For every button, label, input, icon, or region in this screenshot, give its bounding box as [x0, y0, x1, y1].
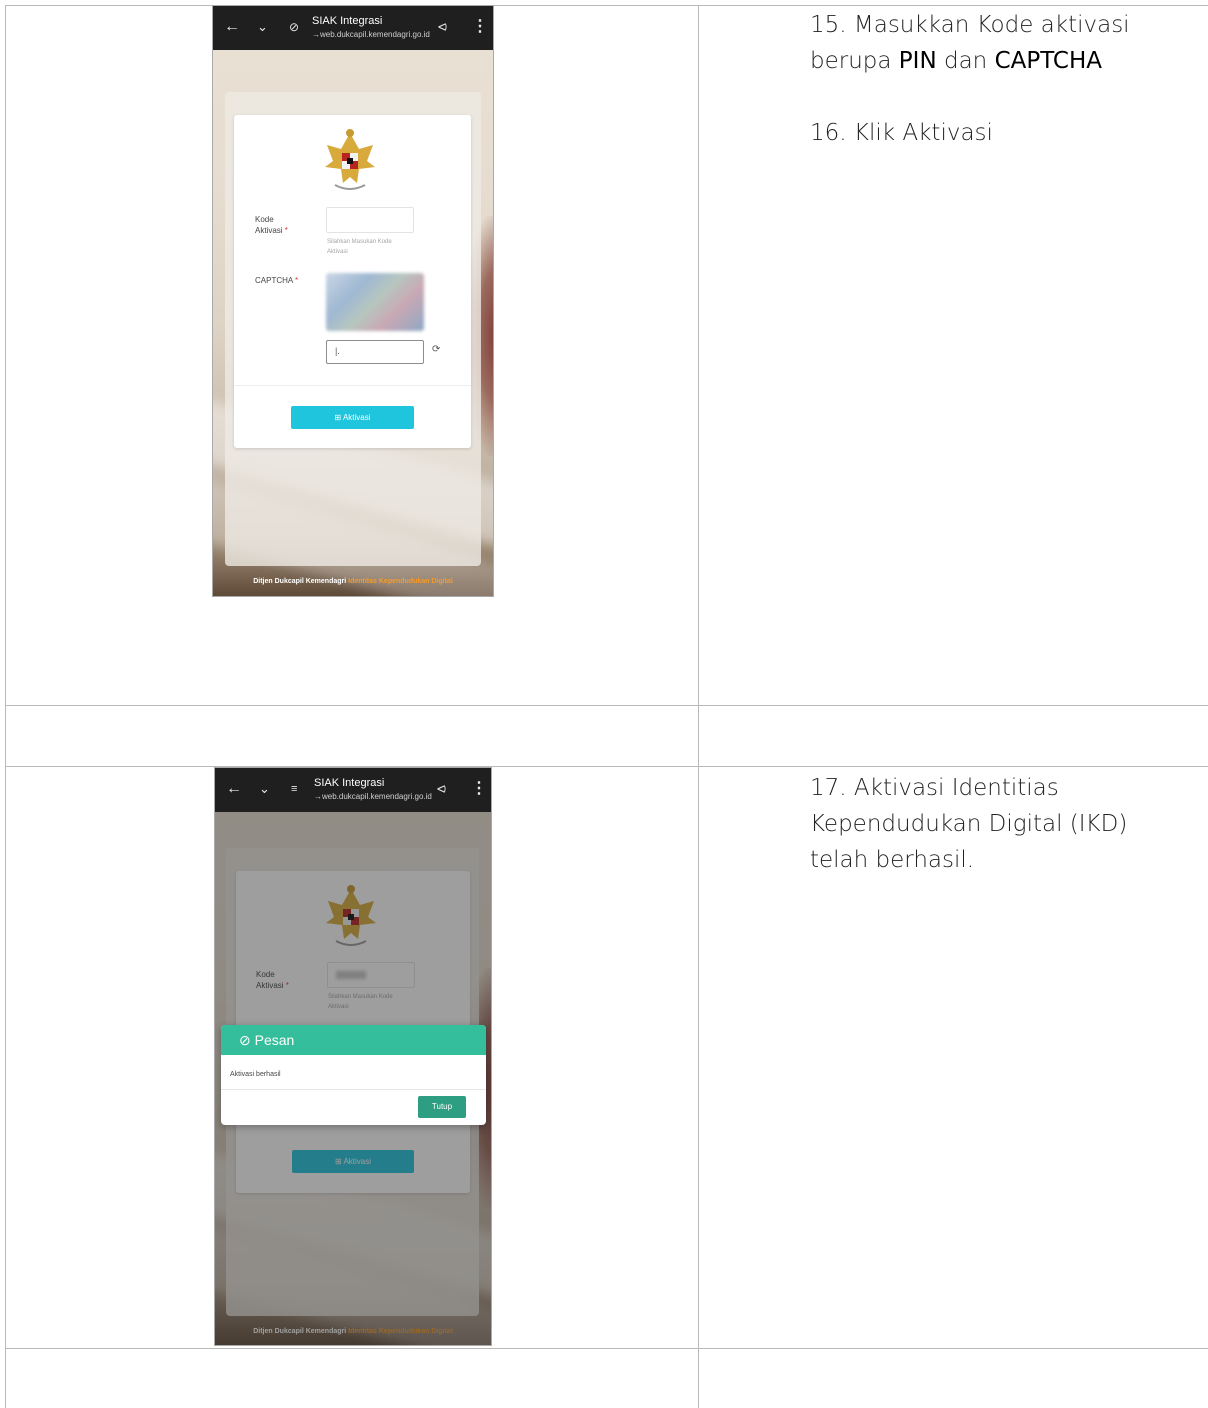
browser-page-title: SIAK Integrasi: [314, 777, 385, 789]
kebab-menu-icon[interactable]: ⋮: [471, 780, 487, 798]
kode-aktivasi-input[interactable]: [326, 207, 414, 233]
browser-url[interactable]: →web.dukcapil.kemendagri.go.id: [314, 792, 432, 801]
eye-off-icon[interactable]: ⊘: [289, 18, 299, 36]
table-border-top: [5, 5, 1208, 6]
table-border-row2: [5, 766, 1208, 767]
card-divider: [234, 385, 471, 386]
captcha-image: [326, 273, 424, 331]
chevron-down-icon[interactable]: ⌄: [257, 18, 268, 36]
footer-text: Ditjen Dukcapil Kemendagri Identitas Kep…: [253, 578, 453, 585]
activation-card: Kode Aktivasi * Silahkan Masukan Kode Ak…: [234, 115, 471, 448]
dialog-header: ⊘ Pesan: [221, 1025, 486, 1055]
arrow-left-icon[interactable]: ←: [224, 18, 240, 36]
table-border-left: [5, 5, 6, 1408]
dialog-title: ⊘ Pesan: [239, 1032, 295, 1048]
kebab-menu-icon[interactable]: ⋮: [472, 18, 488, 36]
aktivasi-button[interactable]: ⊞ Aktivasi: [291, 406, 414, 429]
captcha-label: CAPTCHA *: [255, 276, 299, 285]
table-border-row3: [5, 1348, 1208, 1349]
dialog-divider: [221, 1089, 486, 1090]
browser-page-title: SIAK Integrasi: [312, 15, 383, 27]
garuda-emblem-icon: [325, 129, 375, 190]
arrow-left-icon[interactable]: ←: [226, 780, 242, 798]
phone-screenshot-activation-form: ← ⌄ ⊘ SIAK Integrasi →web.dukcapil.kemen…: [212, 5, 494, 597]
share-icon[interactable]: ⪦: [438, 18, 447, 36]
step-15-text: 15. Masukkan Kode aktivasi berupa PIN da…: [810, 12, 1130, 74]
table-border-row1: [5, 705, 1208, 706]
table-border-middle: [698, 5, 699, 1408]
captcha-keyword: CAPTCHA: [994, 48, 1103, 74]
kode-aktivasi-label: Kode Aktivasi *: [255, 215, 288, 235]
step-17-text: 17. Aktivasi Identitias Kependudukan Dig…: [810, 775, 1128, 873]
browser-toolbar: ← ⌄ ⊘ SIAK Integrasi →web.dukcapil.kemen…: [213, 6, 493, 50]
tune-icon[interactable]: ≡: [291, 780, 297, 798]
pin-keyword: PIN: [898, 48, 937, 74]
instruction-table: [5, 5, 1208, 1408]
chevron-down-icon[interactable]: ⌄: [259, 780, 270, 798]
success-dialog: ⊘ Pesan Aktivasi berhasil Tutup: [221, 1025, 486, 1125]
captcha-input[interactable]: |.: [326, 340, 424, 364]
refresh-icon[interactable]: ⟳: [432, 344, 440, 355]
step-16-text: 16. Klik Aktivasi: [810, 120, 993, 146]
tutup-button[interactable]: Tutup: [418, 1096, 466, 1118]
browser-toolbar: ← ⌄ ≡ SIAK Integrasi →web.dukcapil.kemen…: [215, 768, 491, 812]
phone-screenshot-success-dialog: ← ⌄ ≡ SIAK Integrasi →web.dukcapil.kemen…: [214, 767, 492, 1346]
browser-url[interactable]: →web.dukcapil.kemendagri.go.id: [312, 30, 430, 39]
dialog-message: Aktivasi berhasil: [230, 1071, 281, 1078]
kode-aktivasi-help: Silahkan Masukan Kode Aktivasi: [327, 239, 392, 255]
share-icon[interactable]: ⪦: [437, 780, 446, 798]
